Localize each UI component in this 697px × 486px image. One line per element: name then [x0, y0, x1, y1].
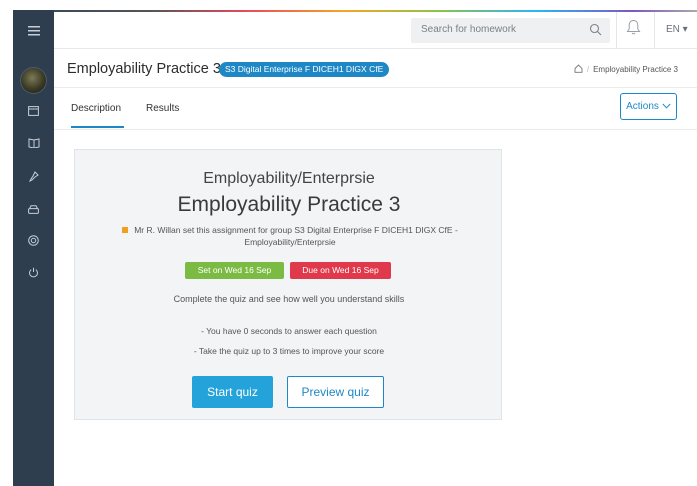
- pin-icon[interactable]: [13, 165, 54, 187]
- actions-button[interactable]: Actions: [620, 93, 677, 120]
- drive-icon[interactable]: [13, 198, 54, 220]
- assignment-title: Employability Practice 3: [177, 193, 401, 216]
- due-date-badge: Due on Wed 16 Sep: [290, 262, 391, 279]
- assignment-note: - Take the quiz up to 3 times to improve…: [193, 346, 385, 356]
- language-selector[interactable]: EN ▾: [666, 24, 688, 35]
- top-bar: Search for homework EN ▾: [54, 12, 697, 49]
- assignment-set-by: Mr R. Willan set this assignment for gro…: [105, 224, 475, 248]
- teacher-marker-icon: [122, 227, 129, 233]
- calendar-icon[interactable]: [13, 99, 54, 121]
- tab-description[interactable]: Description: [71, 103, 121, 114]
- power-icon[interactable]: [13, 261, 54, 283]
- title-bar: Employability Practice 3 S3 Digital Ente…: [54, 50, 697, 88]
- set-by-text: Mr R. Willan set this assignment for gro…: [134, 225, 458, 247]
- assignment-instructions: Complete the quiz and see how well you u…: [173, 294, 405, 304]
- assignment-note: - You have 0 seconds to answer each ques…: [201, 326, 377, 336]
- breadcrumb: / Employability Practice 3: [574, 64, 678, 75]
- set-date-badge: Set on Wed 16 Sep: [185, 262, 284, 279]
- assignment-card: Employability/Enterprsie Employability P…: [74, 149, 502, 420]
- divider: [654, 12, 655, 49]
- assignment-subject: Employability/Enterprsie: [203, 170, 375, 187]
- sidebar: [13, 10, 54, 486]
- chevron-down-icon: [662, 101, 671, 112]
- start-quiz-button[interactable]: Start quiz: [192, 376, 273, 408]
- book-icon[interactable]: [13, 132, 54, 154]
- class-badge[interactable]: S3 Digital Enterprise F DICEH1 DIGX CfE: [219, 62, 390, 77]
- page-title: Employability Practice 3: [67, 61, 221, 77]
- breadcrumb-separator: /: [586, 65, 590, 74]
- search-icon[interactable]: [589, 23, 602, 41]
- divider: [616, 12, 617, 49]
- tabs-bar: Description Results Actions: [54, 89, 697, 130]
- search-input[interactable]: Search for homework: [411, 18, 610, 43]
- avatar[interactable]: [20, 67, 47, 94]
- search-placeholder: Search for homework: [421, 24, 517, 35]
- tab-results[interactable]: Results: [146, 103, 179, 114]
- home-icon[interactable]: [574, 64, 583, 75]
- bell-icon[interactable]: [626, 19, 641, 41]
- breadcrumb-current: Employability Practice 3: [593, 65, 678, 74]
- preview-quiz-button[interactable]: Preview quiz: [287, 376, 384, 408]
- menu-icon[interactable]: [13, 20, 54, 42]
- active-tab-indicator: [71, 126, 124, 128]
- help-icon[interactable]: [13, 229, 54, 251]
- actions-label: Actions: [626, 101, 659, 112]
